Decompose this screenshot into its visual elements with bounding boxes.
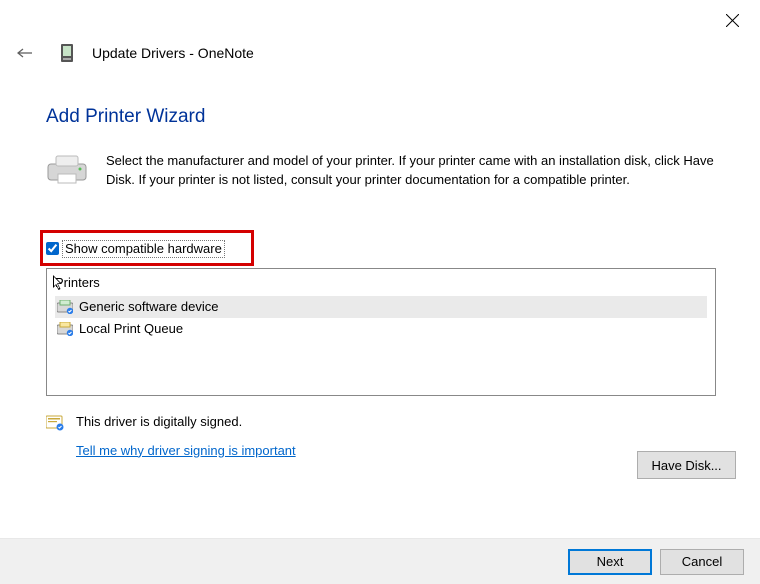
compat-checkbox-row: Show compatible hardware [46, 238, 736, 260]
close-button[interactable] [718, 6, 746, 34]
content-area: Add Printer Wizard Select the manufactur… [46, 96, 736, 458]
printer-item-icon [57, 300, 73, 314]
intro-row: Select the manufacturer and model of you… [46, 152, 736, 190]
list-item[interactable]: Generic software device [55, 296, 707, 318]
next-button[interactable]: Next [568, 549, 652, 575]
update-drivers-dialog: Update Drivers - OneNote Add Printer Wiz… [0, 0, 760, 584]
show-compatible-checkbox[interactable] [46, 242, 59, 255]
dialog-footer: Next Cancel [0, 538, 760, 584]
printer-item-icon [57, 322, 73, 336]
signing-help-link[interactable]: Tell me why driver signing is important [76, 443, 296, 458]
list-item-label: Generic software device [79, 298, 218, 316]
signing-row: This driver is digitally signed. Tell me… [46, 414, 736, 458]
back-button[interactable] [12, 40, 38, 66]
have-disk-button[interactable]: Have Disk... [637, 451, 736, 479]
window-title: Update Drivers - OneNote [92, 45, 254, 61]
show-compatible-label[interactable]: Show compatible hardware [62, 240, 225, 258]
printer-listbox[interactable]: Printers Generic software device Loca [46, 268, 716, 396]
certificate-icon [46, 415, 64, 431]
wizard-heading: Add Printer Wizard [46, 106, 736, 128]
list-item[interactable]: Local Print Queue [55, 318, 707, 340]
cancel-button[interactable]: Cancel [660, 549, 744, 575]
signed-text: This driver is digitally signed. [76, 414, 296, 429]
titlebar: Update Drivers - OneNote [12, 40, 748, 66]
printer-icon [46, 154, 88, 186]
list-item-label: Local Print Queue [79, 320, 183, 338]
intro-text: Select the manufacturer and model of you… [106, 152, 736, 190]
device-icon [60, 43, 74, 63]
listbox-heading: Printers [55, 275, 707, 290]
